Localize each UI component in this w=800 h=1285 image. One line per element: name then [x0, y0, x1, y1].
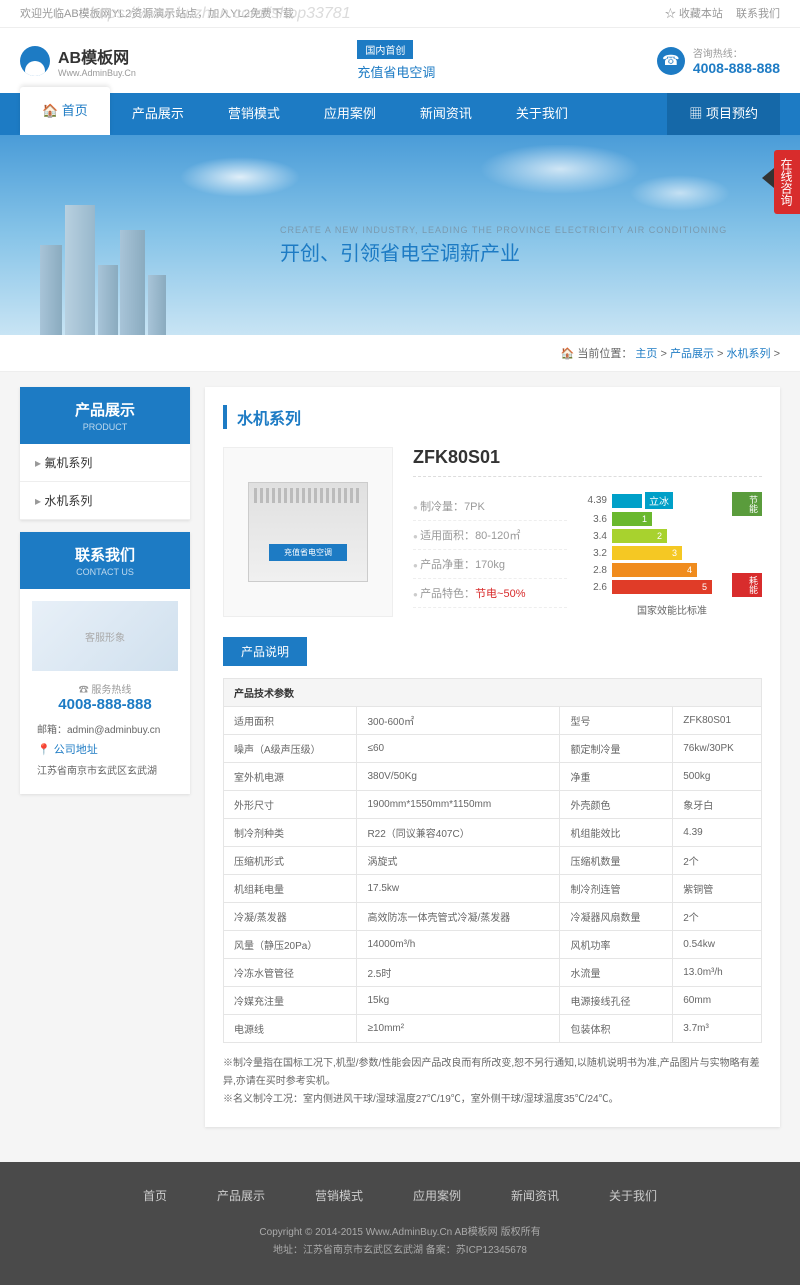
- contact-title-cn: 联系我们: [32, 544, 178, 565]
- footer-nav-item[interactable]: 应用案例: [413, 1187, 461, 1204]
- contact-hotline-number: 4008-888-888: [32, 696, 178, 713]
- contact-image: 客服形象: [32, 601, 178, 671]
- footer-nav-item[interactable]: 产品展示: [217, 1187, 265, 1204]
- slogan-tag: 国内首创: [357, 40, 413, 59]
- contact-title-en: CONTACT US: [32, 567, 178, 577]
- logo-icon: [20, 46, 50, 76]
- footer-nav-item[interactable]: 首页: [143, 1187, 167, 1204]
- table-row: 电源线≥10mm²包装体积3.7m³: [224, 1015, 762, 1043]
- main-content: 水机系列 充值省电空调 ZFK80S01 制冷量：7PK适用面积：80-120㎡…: [205, 387, 780, 1127]
- favorite-link[interactable]: ☆ 收藏本站: [665, 8, 723, 20]
- energy-row: 2.84: [582, 563, 729, 577]
- breadcrumb-home[interactable]: 主页: [635, 348, 657, 360]
- table-row: 噪声（A级声压级）≤60额定制冷量76kw/30PK: [224, 735, 762, 763]
- sidebar: 产品展示 PRODUCT 氟机系列水机系列 联系我们 CONTACT US 客服…: [20, 387, 190, 806]
- note-text: ※名义制冷工况：室内侧进风干球/湿球温度27℃/19℃，室外侧干球/湿球温度35…: [223, 1091, 762, 1109]
- logo[interactable]: AB模板网 Www.AdminBuy.Cn: [20, 44, 136, 78]
- breadcrumb-cat[interactable]: 产品展示: [670, 348, 714, 360]
- nav-item-3[interactable]: 应用案例: [302, 93, 398, 135]
- spec-table: 产品技术参数 适用面积300-600㎡型号ZFK80S01噪声（A级声压级）≤6…: [223, 678, 762, 1043]
- nav-item-5[interactable]: 关于我们: [494, 93, 590, 135]
- energy-row: 3.61: [582, 512, 729, 526]
- nav-reserve[interactable]: ▦ 项目预约: [667, 93, 780, 135]
- energy-row: 3.23: [582, 546, 729, 560]
- spec-item: 适用面积：80-120㎡: [413, 521, 567, 550]
- energy-left-label: 节能: [732, 492, 762, 516]
- table-row: 适用面积300-600㎡型号ZFK80S01: [224, 707, 762, 735]
- table-row: 冷媒充注量15kg电源接线孔径60mm: [224, 987, 762, 1015]
- breadcrumb: 🏠 当前位置： 主页 > 产品展示 > 水机系列 >: [0, 335, 800, 372]
- phone-icon: ☎: [657, 47, 685, 75]
- sidebar-item-0[interactable]: 氟机系列: [20, 444, 190, 482]
- table-row: 室外机电源380V/50Kg净重500kg: [224, 763, 762, 791]
- table-row: 风量（静压20Pa）14000m³/h风机功率0.54kw: [224, 931, 762, 959]
- table-row: 制冷剂种类R22（同议兼容407C）机组能效比4.39: [224, 819, 762, 847]
- header: AB模板网 Www.AdminBuy.Cn 国内首创 充值省电空调 ☎ 咨询热线…: [0, 28, 800, 93]
- table-row: 冷凝/蒸发器高效防冻一体壳管式冷凝/蒸发器冷凝器风扇数量2个: [224, 903, 762, 931]
- copyright: Copyright © 2014-2015 Www.AdminBuy.Cn AB…: [0, 1224, 800, 1242]
- contact-email: 邮箱：admin@adminbuy.cn: [32, 721, 178, 736]
- side-arrow-icon[interactable]: [762, 168, 774, 188]
- spec-item: 产品特色：节电~50%: [413, 579, 567, 608]
- breadcrumb-sub[interactable]: 水机系列: [727, 348, 771, 360]
- banner-cn: 开创、引领省电空调新产业: [280, 237, 727, 266]
- banner-en: CREATE A NEW INDUSTRY, LEADING THE PROVI…: [280, 225, 727, 235]
- footer-nav-item[interactable]: 新闻资讯: [511, 1187, 559, 1204]
- section-title: 水机系列: [223, 405, 762, 429]
- energy-row: 3.42: [582, 529, 729, 543]
- nav-item-1[interactable]: 产品展示: [110, 93, 206, 135]
- footer-nav-item[interactable]: 关于我们: [609, 1187, 657, 1204]
- nav-item-4[interactable]: 新闻资讯: [398, 93, 494, 135]
- logo-sub: Www.AdminBuy.Cn: [58, 68, 136, 78]
- note-text: ※制冷量指在国标工况下,机型/参数/性能会因产品改良而有所改变,恕不另行通知,以…: [223, 1055, 762, 1091]
- energy-row: 4.39立冰: [582, 492, 729, 509]
- sidebar-item-1[interactable]: 水机系列: [20, 482, 190, 520]
- hotline-label: 咨询热线：: [693, 45, 780, 60]
- footer-address: 地址：江苏省南京市玄武区玄武湖 备案：苏ICP12345678: [0, 1242, 800, 1260]
- table-title: 产品技术参数: [224, 679, 762, 707]
- watermark-text: https://www.huzhan.com/ishop33781: [90, 5, 351, 23]
- spec-item: 产品净重：170kg: [413, 550, 567, 579]
- ac-label: 充值省电空调: [269, 544, 347, 561]
- desc-tab[interactable]: 产品说明: [223, 637, 307, 666]
- main-nav: 🏠 首页产品展示营销模式应用案例新闻资讯关于我们▦ 项目预约: [0, 93, 800, 135]
- energy-right-label: 耗能: [732, 573, 762, 597]
- slogan-text: 充值省电空调: [357, 62, 435, 81]
- hero-banner: CREATE A NEW INDUSTRY, LEADING THE PROVI…: [0, 135, 800, 335]
- sidebar-title-en: PRODUCT: [32, 422, 178, 432]
- energy-chart: 4.39立冰 3.61 3.42 3.23 2.84 2.65 节能 耗能 国家效能比标准: [582, 492, 762, 617]
- table-row: 外形尺寸1900mm*1550mm*1150mm外壳颜色象牙白: [224, 791, 762, 819]
- hotline-number: 4008-888-888: [693, 60, 780, 76]
- sidebar-product-header: 产品展示 PRODUCT: [20, 387, 190, 444]
- table-row: 压缩机形式涡旋式压缩机数量2个: [224, 847, 762, 875]
- energy-standard-label: 国家效能比标准: [582, 602, 762, 617]
- contact-hotline-label: ☎ 服务热线: [32, 681, 178, 696]
- sidebar-title-cn: 产品展示: [32, 399, 178, 420]
- nav-item-0[interactable]: 🏠 首页: [20, 87, 110, 135]
- contact-link[interactable]: 联系我们: [736, 8, 780, 20]
- breadcrumb-label: 当前位置：: [577, 348, 632, 360]
- product-name: ZFK80S01: [413, 447, 762, 477]
- logo-name: AB模板网: [58, 44, 136, 68]
- header-slogan: 国内首创 充值省电空调: [357, 40, 435, 81]
- energy-row: 2.65: [582, 580, 729, 594]
- contact-address: 江苏省南京市玄武区玄武湖: [32, 762, 178, 777]
- online-consult-tab[interactable]: 在线咨询: [774, 150, 800, 214]
- product-image: 充值省电空调: [223, 447, 393, 617]
- spec-item: 制冷量：7PK: [413, 492, 567, 521]
- nav-item-2[interactable]: 营销模式: [206, 93, 302, 135]
- hotline: ☎ 咨询热线： 4008-888-888: [657, 45, 780, 76]
- sidebar-contact-header: 联系我们 CONTACT US: [20, 532, 190, 589]
- table-row: 冷冻水管管径2.5时水流量13.0m³/h: [224, 959, 762, 987]
- footer: 首页 产品展示 营销模式 应用案例 新闻资讯 关于我们 Copyright © 2014-…: [0, 1162, 800, 1285]
- table-row: 机组耗电量17.5kw制冷剂连管紫铜管: [224, 875, 762, 903]
- contact-addr-label: 📍 公司地址: [32, 741, 178, 757]
- footer-nav-item[interactable]: 营销模式: [315, 1187, 363, 1204]
